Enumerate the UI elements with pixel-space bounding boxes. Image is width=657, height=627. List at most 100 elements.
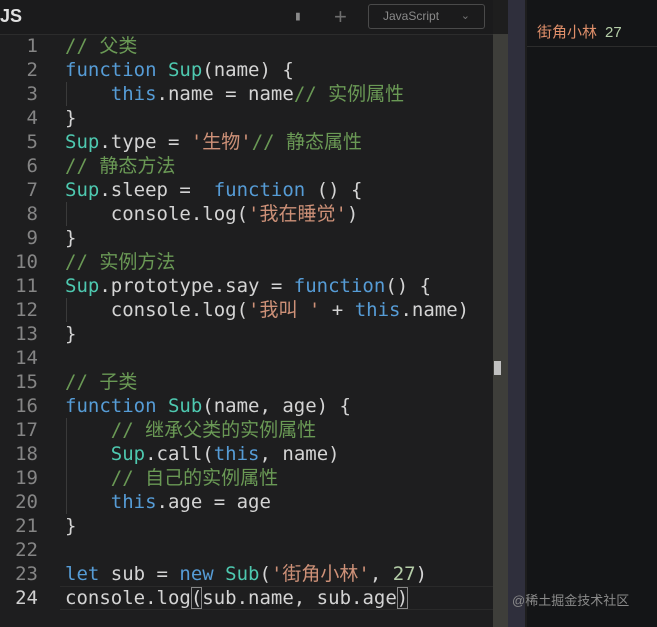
code-line[interactable]: 2 function Sup(name) { xyxy=(0,58,493,82)
code-token: .name = name xyxy=(156,83,294,105)
line-number: 5 xyxy=(26,131,38,153)
code-line[interactable]: 16 function Sub(name, age) { xyxy=(0,394,493,418)
line-number: 8 xyxy=(26,203,38,225)
editor-title: JS xyxy=(0,6,23,26)
line-number: 9 xyxy=(26,227,38,249)
code-text: // 自己的实例属性 xyxy=(65,466,278,490)
code-token: // 实例方法 xyxy=(65,251,176,273)
code-text: console.log('我叫 ' + this.name) xyxy=(65,298,469,322)
code-line[interactable]: 4} xyxy=(0,106,493,130)
code-token: function xyxy=(65,59,168,81)
language-select-value: JavaScript xyxy=(383,9,440,23)
line-number: 4 xyxy=(26,107,38,129)
line-number: 22 xyxy=(15,539,38,561)
code-text: // 实例方法 xyxy=(65,250,175,274)
code-token: (name, age) { xyxy=(202,395,351,417)
line-number: 10 xyxy=(15,251,38,273)
console-output-string: 街角小林 xyxy=(537,24,598,41)
code-token: sub.name, sub.age xyxy=(202,587,397,609)
add-icon[interactable]: + xyxy=(334,4,347,30)
code-line[interactable]: 19 // 自己的实例属性 xyxy=(0,466,493,490)
code-token: () { xyxy=(305,179,363,201)
code-token: } xyxy=(65,323,77,345)
code-token: .name) xyxy=(400,299,470,321)
code-area[interactable]: 1 // 父类 2 function Sup(name) {3 this.name =… xyxy=(0,34,505,610)
code-text: function Sup(name) { xyxy=(65,58,294,82)
code-token: this xyxy=(213,443,260,465)
code-token: .prototype.say = xyxy=(99,275,294,297)
code-line[interactable]: 22 xyxy=(0,538,493,562)
code-token: function xyxy=(213,179,306,201)
line-number: 17 xyxy=(15,419,38,441)
editor-header: JS ▮ + JavaScript ⌄ xyxy=(0,0,493,35)
code-token: 27 xyxy=(392,563,416,585)
code-token: console.log( xyxy=(65,203,249,225)
code-token: .sleep = xyxy=(99,179,214,201)
code-token: ( xyxy=(259,563,271,585)
line-number: 16 xyxy=(15,395,38,417)
code-line[interactable]: 20 this.age = age xyxy=(0,490,493,514)
code-token: sub = xyxy=(99,563,180,585)
code-line[interactable]: 7 Sup.sleep = function () { xyxy=(0,178,493,202)
line-number: 2 xyxy=(26,59,38,81)
code-text: // 继承父类的实例属性 xyxy=(65,418,316,442)
code-token: .call( xyxy=(145,443,214,465)
code-line[interactable]: 10 // 实例方法 xyxy=(0,250,493,274)
console-output-line: 街角小林 27 xyxy=(537,21,622,42)
watermark: @稀土掘金技术社区 xyxy=(512,593,630,608)
code-text: function Sub(name, age) { xyxy=(65,394,351,418)
code-text: } xyxy=(65,106,76,130)
code-token: } xyxy=(65,515,77,537)
code-line[interactable]: 6 // 静态方法 xyxy=(0,154,493,178)
line-number: 18 xyxy=(15,443,38,465)
editor-scrollbar[interactable] xyxy=(493,34,508,627)
scrollbar-thumb[interactable] xyxy=(494,361,501,375)
code-line[interactable]: 21} xyxy=(0,514,493,538)
code-token: , name) xyxy=(259,443,340,465)
code-line[interactable]: 5 Sup.type = '生物'// 静态属性 xyxy=(0,130,493,154)
code-line[interactable]: 15 // 子类 xyxy=(0,370,493,394)
code-text: Sup.type = '生物'// 静态属性 xyxy=(65,130,362,154)
line-number: 24 xyxy=(15,587,38,609)
line-number: 19 xyxy=(15,467,38,489)
code-token: '我叫 ' xyxy=(248,299,321,321)
code-line[interactable]: 18 Sup.call(this, name) xyxy=(0,442,493,466)
code-token: this xyxy=(110,491,157,513)
code-token: () { xyxy=(385,275,432,297)
code-line[interactable]: 9} xyxy=(0,226,493,250)
code-token: '生物' xyxy=(190,131,252,153)
pin-icon[interactable]: ▮ xyxy=(294,9,308,25)
code-line[interactable]: 12 console.log('我叫 ' + this.name) xyxy=(0,298,493,322)
code-token: Sub xyxy=(167,395,203,417)
line-number: 1 xyxy=(26,35,38,57)
code-text: Sup.prototype.say = function() { xyxy=(65,274,431,298)
console-output-number: 27 xyxy=(605,24,622,41)
code-token: ) xyxy=(346,203,359,225)
chevron-down-icon: ⌄ xyxy=(460,10,470,22)
code-line[interactable]: 23 let sub = new Sub('街角小林', 27) xyxy=(0,562,493,586)
code-token: // 自己的实例属性 xyxy=(110,467,279,489)
code-line[interactable]: 1 // 父类 xyxy=(0,34,493,58)
code-line[interactable]: 14 xyxy=(0,346,493,370)
code-token: // 静态属性 xyxy=(251,131,363,153)
code-text: this.name = name// 实例属性 xyxy=(65,82,404,106)
language-select[interactable]: JavaScript ⌄ xyxy=(368,4,485,29)
code-text: } xyxy=(65,514,76,538)
code-line[interactable]: 24 console.log(sub.name, sub.age) xyxy=(0,586,505,610)
code-text: // 父类 xyxy=(65,34,137,58)
code-line[interactable]: 13} xyxy=(0,322,493,346)
code-line[interactable]: 8 console.log('我在睡觉') xyxy=(0,202,493,226)
code-line[interactable]: 17 // 继承父类的实例属性 xyxy=(0,418,493,442)
line-number: 21 xyxy=(15,515,38,537)
code-token: (name) { xyxy=(202,59,294,81)
code-line[interactable]: 3 this.name = name// 实例属性 xyxy=(0,82,493,106)
code-line[interactable]: 11 Sup.prototype.say = function() { xyxy=(0,274,493,298)
code-token: this xyxy=(354,299,401,321)
code-token: function xyxy=(293,275,386,297)
panel-resize-divider[interactable] xyxy=(508,0,525,627)
code-token: '街角小林' xyxy=(270,563,370,585)
